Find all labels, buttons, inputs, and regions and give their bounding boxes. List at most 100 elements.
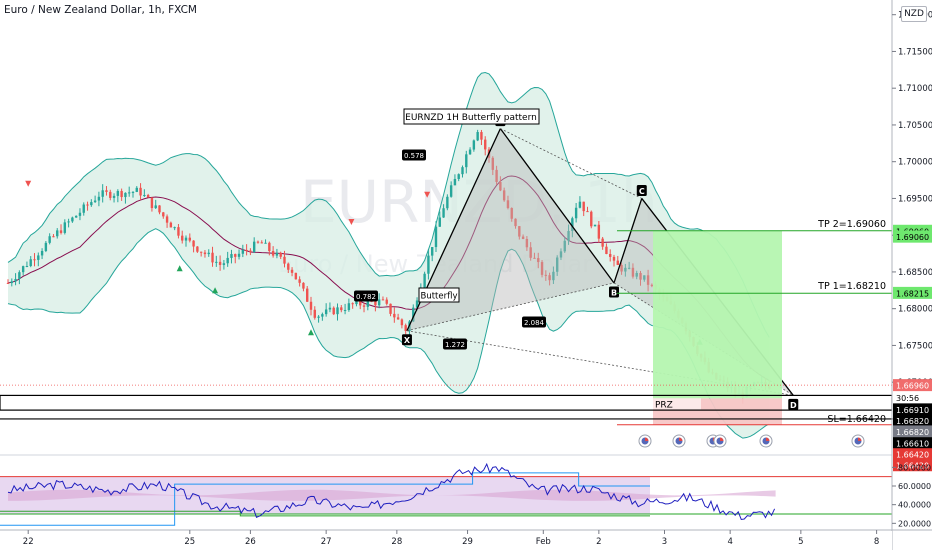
sl-label: SL=1.66420 bbox=[827, 414, 886, 425]
candle-body bbox=[249, 250, 252, 253]
candle-body bbox=[465, 154, 468, 168]
candle-body bbox=[423, 273, 426, 288]
currency-badge[interactable]: NZD bbox=[901, 6, 927, 22]
candle-body bbox=[215, 261, 218, 263]
pattern-name-box[interactable]: Butterfly bbox=[418, 287, 460, 303]
candle-body bbox=[10, 281, 13, 284]
candle-body bbox=[381, 299, 385, 301]
candle-body bbox=[438, 217, 441, 227]
candle-body bbox=[90, 202, 93, 206]
price-badge-text: 1.66820 bbox=[896, 428, 929, 437]
candle-body bbox=[33, 259, 36, 261]
time-tick-label: 28 bbox=[391, 537, 402, 547]
candle-body bbox=[347, 303, 351, 310]
candle-body bbox=[283, 256, 286, 264]
ratio-label[interactable]: 0.782 bbox=[354, 290, 378, 302]
pattern-title-box[interactable]: EURNZD 1H Butterfly pattern bbox=[403, 108, 540, 125]
candle-body bbox=[101, 190, 104, 197]
price-badge-text: 1.66960 bbox=[896, 382, 929, 391]
price-badge[interactable]: 1.66610 bbox=[893, 437, 932, 450]
price-badge[interactable]: 1.66960 bbox=[893, 379, 932, 392]
candle-body bbox=[468, 149, 472, 155]
candle-body bbox=[393, 313, 396, 318]
candle-body bbox=[234, 254, 237, 257]
candle-body bbox=[143, 194, 146, 196]
candle[interactable] bbox=[593, 224, 597, 227]
candle-body bbox=[162, 212, 165, 217]
candle-body bbox=[340, 307, 343, 311]
point-label-c[interactable]: C bbox=[636, 184, 647, 196]
news-event-icon[interactable] bbox=[759, 434, 773, 448]
candle-body bbox=[321, 314, 324, 317]
price-badge[interactable]: 1.66820 bbox=[893, 414, 932, 427]
news-event-icon[interactable] bbox=[851, 434, 865, 448]
candle[interactable] bbox=[294, 272, 298, 280]
candle-body bbox=[336, 307, 339, 315]
candle-body bbox=[457, 174, 460, 179]
price-tick-label: 1.71000 bbox=[898, 84, 932, 94]
time-tick-label: 2 bbox=[596, 537, 601, 547]
price-tick-label: 1.69500 bbox=[898, 194, 932, 204]
candle-body bbox=[188, 237, 191, 241]
point-label-x[interactable]: X bbox=[401, 334, 412, 346]
time-tick-label: 27 bbox=[321, 537, 332, 547]
candle-body bbox=[324, 309, 328, 315]
candle-body bbox=[158, 205, 161, 213]
candle-body bbox=[385, 299, 388, 304]
candle-body bbox=[131, 191, 135, 193]
candle-body bbox=[366, 300, 370, 307]
candle-body bbox=[294, 272, 298, 280]
price-badge[interactable]: 1.68215 bbox=[893, 286, 932, 299]
time-scale[interactable] bbox=[0, 531, 892, 550]
candle-body bbox=[264, 242, 267, 244]
price-badge[interactable]: 1.69060 bbox=[893, 230, 932, 243]
point-text: X bbox=[404, 336, 411, 345]
price-tick-label: 1.68500 bbox=[898, 268, 932, 278]
candle-body bbox=[442, 208, 445, 218]
price-badge-text: 1.68215 bbox=[896, 289, 929, 298]
news-event-icon[interactable] bbox=[638, 434, 652, 448]
candle-body bbox=[196, 246, 199, 252]
price-tick-label: 1.71500 bbox=[898, 47, 932, 57]
candle-body bbox=[252, 241, 256, 253]
ratio-label[interactable]: 0.578 bbox=[402, 149, 426, 161]
price-badge[interactable]: 1.66420 bbox=[893, 448, 932, 461]
ratio-label[interactable]: 1.272 bbox=[443, 338, 467, 350]
candle-body bbox=[218, 261, 222, 265]
price-badge[interactable]: 1.66820 bbox=[893, 425, 932, 438]
candle-body bbox=[245, 249, 248, 251]
candle-body bbox=[574, 207, 578, 219]
candle-body bbox=[173, 227, 176, 229]
candle-body bbox=[374, 301, 377, 306]
price-badge-text: 1.66820 bbox=[896, 417, 929, 426]
news-event-icon[interactable] bbox=[713, 434, 727, 448]
candle-body bbox=[480, 132, 483, 140]
point-label-d[interactable]: D bbox=[788, 398, 799, 410]
take-profit-zone[interactable] bbox=[653, 230, 782, 399]
candle-body bbox=[177, 227, 180, 236]
candle-body bbox=[446, 196, 449, 209]
candle-body bbox=[207, 252, 210, 255]
candle-body bbox=[476, 132, 479, 141]
price-badge[interactable]: 1.66910 bbox=[893, 403, 932, 416]
price-chart[interactable]: EURNZD, 1hEuro / New Zealand Dollar XABC… bbox=[0, 0, 932, 550]
candle[interactable] bbox=[590, 210, 593, 229]
candle-body bbox=[74, 215, 78, 218]
candle-body bbox=[56, 230, 59, 237]
price-tick-label: 1.68000 bbox=[898, 305, 932, 315]
candle-body bbox=[343, 309, 347, 311]
pattern-name: Butterfly bbox=[421, 292, 458, 302]
news-event-icon[interactable] bbox=[672, 434, 686, 448]
point-label-b[interactable]: B bbox=[609, 286, 619, 298]
point-text: D bbox=[790, 401, 797, 410]
candle-body bbox=[82, 204, 85, 213]
candle-body bbox=[154, 205, 157, 209]
candle-body bbox=[309, 301, 313, 310]
candle-body bbox=[40, 250, 44, 256]
candle-body bbox=[165, 216, 169, 223]
price-badge[interactable]: 30:56 bbox=[893, 391, 932, 404]
candle-body bbox=[18, 272, 21, 279]
price-badge-text: 1.66420 bbox=[896, 451, 929, 460]
candle-body bbox=[112, 195, 116, 198]
ratio-label[interactable]: 2.084 bbox=[522, 316, 546, 328]
